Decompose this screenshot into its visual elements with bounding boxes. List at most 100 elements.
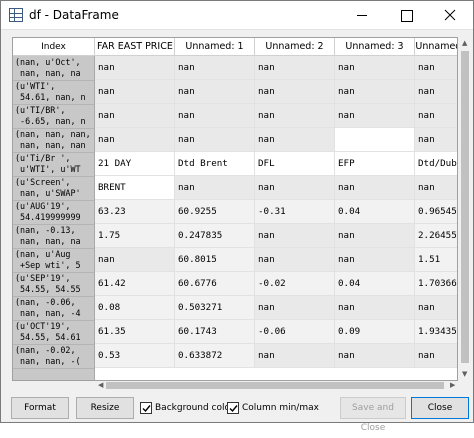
dataframe-grid[interactable]: Index FAR EAST PRICE S Unnamed: 1 Unnamed:… [12,37,458,381]
checkbox-box[interactable] [227,402,239,414]
table-cell[interactable]: nan [415,344,457,368]
save-and-close-button[interactable]: Save and Close [340,397,406,433]
table-cell[interactable]: 0.633872 [175,344,255,368]
table-cell[interactable]: 0.965455 [415,200,457,224]
table-cell[interactable]: nan [415,296,457,320]
table-cell[interactable]: 0.04 [335,272,415,296]
table-cell[interactable]: 60.8015 [175,248,255,272]
table-cell[interactable]: nan [175,128,255,152]
table-cell[interactable]: nan [255,224,335,248]
scroll-left-icon[interactable]: ◀ [98,381,103,390]
table-cell[interactable]: nan [255,80,335,104]
minimize-button[interactable] [340,1,384,30]
table-cell[interactable]: -0.06 [255,320,335,344]
horizontal-scrollbar[interactable]: ◀ ▶ [12,381,459,390]
table-cell[interactable]: DFL [255,152,335,176]
index-cell[interactable]: (nan, -0.06, nan, nan, -4 [13,297,94,321]
table-cell[interactable]: 0.04 [335,200,415,224]
index-cell[interactable]: (u'SEP'19', 54.55, 54.55 [13,273,94,297]
scroll-right-icon[interactable]: ▶ [450,381,455,390]
table-cell[interactable]: nan [255,104,335,128]
index-cell[interactable]: (nan, -0.02, nan, nan, -( [13,345,94,369]
table-cell[interactable]: 2.26455 [415,224,457,248]
table-cell[interactable]: nan [335,104,415,128]
table-cell[interactable]: 0.53 [95,344,175,368]
table-cell[interactable]: BRENT [95,176,175,200]
close-button[interactable]: Close [411,397,469,419]
table-cell[interactable]: nan [255,344,335,368]
table-cell[interactable]: nan [175,80,255,104]
vertical-scrollbar[interactable]: ▲ ▼ [459,37,471,381]
table-cell[interactable]: -0.02 [255,272,335,296]
index-cell[interactable]: (u'OCT'19', 54.55, 54.61 [13,321,94,345]
vertical-scroll-thumb[interactable] [461,51,469,363]
horizontal-scroll-thumb[interactable] [106,382,444,389]
table-cell[interactable]: nan [175,56,255,80]
checkbox-box[interactable] [140,402,152,414]
index-cell[interactable]: (nan, nan, nan, nan, nan, nan [13,129,94,153]
table-cell[interactable]: nan [335,176,415,200]
index-cell[interactable]: (u'AUG'19', 54.419999999 [13,201,94,225]
scroll-down-icon[interactable]: ▼ [462,370,467,379]
table-cell[interactable]: 1.93435 [415,320,457,344]
table-cell[interactable]: nan [335,248,415,272]
table-cell[interactable]: 21 DAY [95,152,175,176]
table-cell[interactable]: 63.23 [95,200,175,224]
table-cell[interactable]: 1.75 [95,224,175,248]
table-cell[interactable]: 60.6776 [175,272,255,296]
table-cell[interactable]: Dtd Brent [175,152,255,176]
table-cell[interactable]: nan [335,80,415,104]
table-cell[interactable]: nan [415,176,457,200]
scroll-up-icon[interactable]: ▲ [462,39,467,48]
table-cell[interactable]: -0.31 [255,200,335,224]
table-cell[interactable]: nan [95,104,175,128]
table-cell[interactable]: 0.08 [95,296,175,320]
index-cell[interactable]: (nan, -0.13, nan, nan, na [13,225,94,249]
column-header[interactable]: Unnamed: 4 [415,38,457,56]
index-cell[interactable]: (u'Ti/Br ', u'WTI', u'WT [13,153,94,177]
table-cell[interactable]: 0.09 [335,320,415,344]
table-cell[interactable]: nan [335,224,415,248]
close-window-button[interactable] [428,1,472,30]
column-minmax-checkbox[interactable]: Column min/max [227,400,337,416]
table-cell[interactable]: nan [175,176,255,200]
table-cell[interactable]: nan [415,128,457,152]
table-cell[interactable]: nan [255,128,335,152]
column-header[interactable]: Unnamed: 3 [335,38,415,56]
column-header[interactable]: Unnamed: 1 [175,38,255,56]
table-cell[interactable]: 60.9255 [175,200,255,224]
table-cell[interactable]: nan [95,128,175,152]
table-cell[interactable]: nan [335,56,415,80]
table-cell[interactable]: 1.70366 [415,272,457,296]
table-cell[interactable]: Dtd/Dub [415,152,457,176]
resize-button[interactable]: Resize [76,397,134,419]
index-header[interactable]: Index [13,38,95,56]
index-cell[interactable]: (nan, u'Aug +Sep wti', 5 [13,249,94,273]
maximize-button[interactable] [384,1,428,30]
table-cell[interactable]: 0.503271 [175,296,255,320]
table-cell[interactable]: nan [335,296,415,320]
table-cell[interactable]: 61.35 [95,320,175,344]
table-cell[interactable]: nan [255,176,335,200]
index-cell[interactable]: (nan, u'Oct', nan, nan, na [13,57,94,81]
table-cell[interactable]: EFP [335,152,415,176]
table-cell[interactable]: 60.1743 [175,320,255,344]
index-cell[interactable]: (u'WTI', 54.61, nan, n [13,81,94,105]
background-color-checkbox[interactable]: Background color [140,400,234,416]
table-cell[interactable]: nan [95,80,175,104]
table-cell[interactable]: nan [255,296,335,320]
table-cell[interactable]: 61.42 [95,272,175,296]
table-cell[interactable]: nan [415,80,457,104]
column-header[interactable]: Unnamed: 2 [255,38,335,56]
table-cell[interactable]: 1.51 [415,248,457,272]
table-cell[interactable]: 0.247835 [175,224,255,248]
index-cell[interactable]: (u'Screen', nan, u'SWAP' [13,177,94,201]
table-cell[interactable]: nan [95,248,175,272]
table-cell[interactable]: nan [415,56,457,80]
title-bar[interactable]: df - DataFrame [1,1,473,30]
format-button[interactable]: Format [11,397,69,419]
table-cell[interactable]: nan [335,344,415,368]
index-cell[interactable]: (u'TI/BR', -6.65, nan, n [13,105,94,129]
table-cell[interactable]: nan [415,104,457,128]
table-cell[interactable] [335,128,415,152]
